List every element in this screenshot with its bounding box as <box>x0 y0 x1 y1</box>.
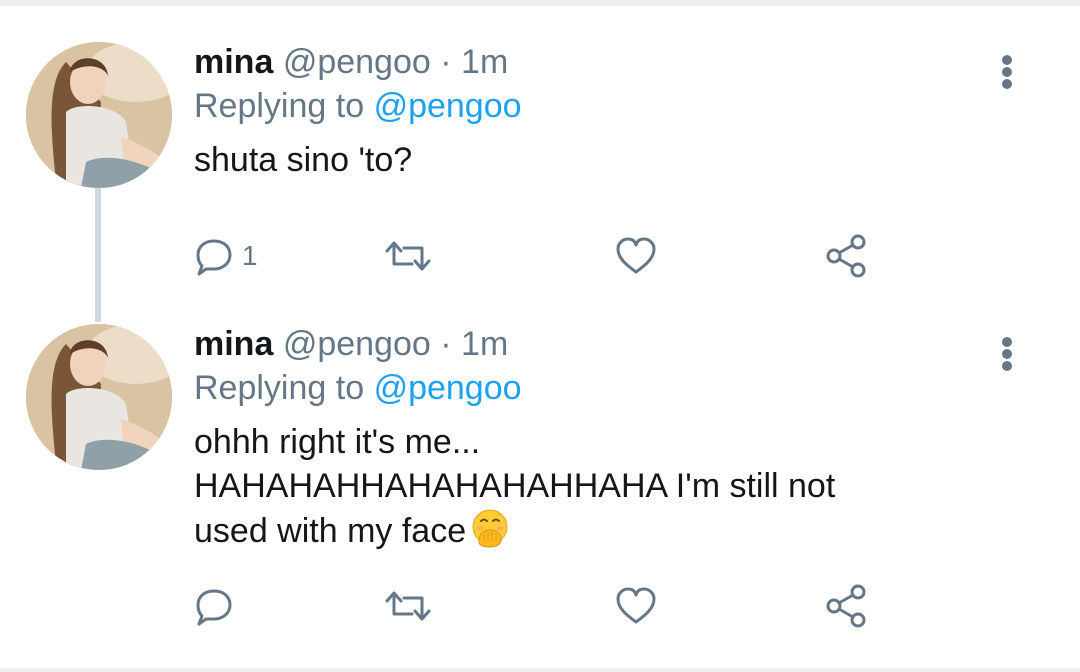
reply-button[interactable] <box>194 584 242 628</box>
tweet-text-line: shuta sino 'to? <box>194 141 413 179</box>
tweet-actions <box>194 584 894 628</box>
replying-to-prefix: Replying to <box>194 87 365 125</box>
replying-to-link[interactable]: @pengoo <box>374 87 522 125</box>
display-name[interactable]: mina <box>194 325 273 363</box>
username[interactable]: @pengoo <box>283 325 431 363</box>
share-icon <box>826 234 866 278</box>
more-options-button[interactable] <box>992 50 1022 94</box>
replying-to-line: Replying to @pengoo <box>194 366 1014 410</box>
share-button[interactable] <box>824 234 868 278</box>
more-vertical-icon <box>1002 55 1012 89</box>
heart-icon <box>616 237 656 274</box>
tweet-text: shuta sino 'to? <box>194 138 1014 182</box>
reply-button[interactable]: 1 <box>194 234 258 278</box>
bottom-divider <box>0 668 1080 672</box>
tweet-text-line: HAHAHAHHAHAHAHAHHAHA I'm still not <box>194 467 836 505</box>
tweet-header: mina @pengoo · 1m <box>194 322 1014 366</box>
timestamp[interactable]: 1m <box>461 325 508 363</box>
tweet-text: ohhh right it's me... HAHAHAHHAHAHAHAHHA… <box>194 420 1014 553</box>
retweet-button[interactable] <box>384 584 432 628</box>
tweet-content: mina @pengoo · 1m Replying to @pengoo oh… <box>194 322 1014 553</box>
more-options-button[interactable] <box>992 332 1022 376</box>
share-button[interactable] <box>824 584 868 628</box>
replying-to-line: Replying to @pengoo <box>194 84 1014 128</box>
display-name[interactable]: mina <box>194 43 273 81</box>
timestamp[interactable]: 1m <box>461 43 508 81</box>
separator-dot: · <box>440 325 452 363</box>
reply-icon <box>196 239 232 276</box>
separator-dot: · <box>440 43 452 81</box>
like-button[interactable] <box>614 234 658 278</box>
tweet-text-line-with-emoji: used with my face <box>194 508 1014 553</box>
retweet-icon <box>385 241 431 271</box>
reply-count: 1 <box>242 240 258 271</box>
thread-connector-line <box>95 186 101 322</box>
heart-icon <box>616 587 656 624</box>
more-vertical-icon <box>1002 337 1012 371</box>
tweet-header: mina @pengoo · 1m <box>194 40 1014 84</box>
tweet-content: mina @pengoo · 1m Replying to @pengoo sh… <box>194 40 1014 182</box>
reply-icon <box>196 589 232 626</box>
retweet-icon <box>385 591 431 621</box>
tweet-actions: 1 <box>194 234 894 278</box>
avatar[interactable] <box>26 42 172 188</box>
replying-to-link[interactable]: @pengoo <box>374 369 522 407</box>
share-icon <box>826 584 866 628</box>
tweet-text-line: used with my face <box>194 512 467 550</box>
retweet-button[interactable] <box>384 234 432 278</box>
like-button[interactable] <box>614 584 658 628</box>
replying-to-prefix: Replying to <box>194 369 365 407</box>
username[interactable]: @pengoo <box>283 43 431 81</box>
tweet-text-line: ohhh right it's me... <box>194 423 481 461</box>
face-with-hand-over-mouth-icon <box>472 509 508 548</box>
top-divider <box>0 0 1080 6</box>
avatar[interactable] <box>26 324 172 470</box>
